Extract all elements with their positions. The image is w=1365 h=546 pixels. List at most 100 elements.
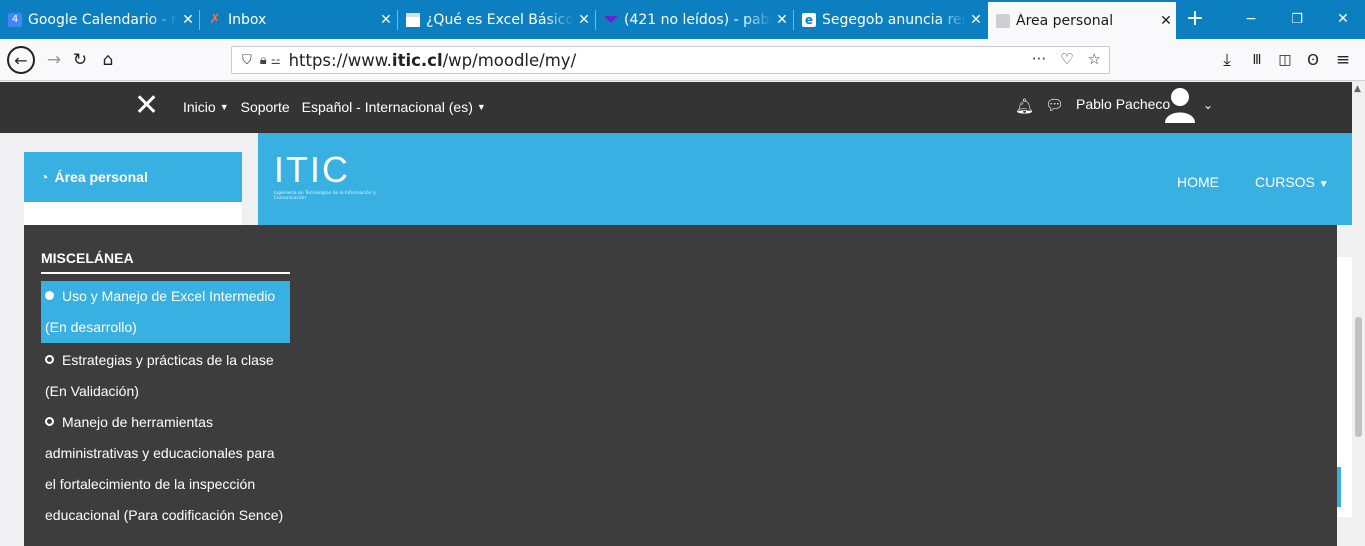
list-item: Uso y Manejo de Excel Intermedio [45, 281, 290, 312]
close-icon[interactable]: ✕ [574, 12, 594, 28]
pocket-icon[interactable]: ♡ [1060, 50, 1073, 68]
sidebar-item-label: Área personal [54, 169, 148, 185]
partial-button[interactable] [1337, 467, 1341, 507]
tab-bar: 4 Google Calendario - n ✕ ✗ Inbox ✕ ¿Qué… [0, 0, 1365, 39]
url-domain: itic.cl [391, 50, 443, 70]
caret-down-icon: ▼ [476, 102, 486, 112]
tab-google-calendar[interactable]: 4 Google Calendario - n ✕ [0, 0, 198, 39]
menu-button[interactable]: ≡ [1330, 47, 1356, 73]
page-actions-icon[interactable]: ··· [1032, 50, 1046, 68]
menu-inicio-label: Inicio [183, 99, 216, 115]
dropdown-heading: MISCELÁNEA [41, 250, 134, 266]
scrollbar-thumb[interactable] [1355, 317, 1362, 437]
tab-title: Inbox [228, 11, 267, 28]
heading-underline [41, 272, 290, 274]
course-title-line: el fortalecimiento de la inspección [45, 476, 256, 492]
site-banner: ITIC Ingeniería en Tecnologías de la Inf… [258, 133, 1352, 225]
inbox-icon: ✗ [209, 12, 221, 27]
close-icon[interactable]: ✕ [376, 12, 396, 28]
bullet-hollow-icon [45, 355, 54, 364]
lock-icon[interactable]: 🔒︎ [260, 53, 267, 68]
menu-language[interactable]: Español - Internacional (es) ▼ [302, 99, 486, 115]
permissions-icon[interactable]: ⚍ [271, 54, 281, 67]
close-window-button[interactable]: ✕ [1320, 0, 1365, 39]
menu-inicio[interactable]: Inicio ▼ [183, 99, 229, 115]
back-button[interactable]: ← [7, 46, 35, 74]
list-item: Manejo de herramientas [45, 407, 290, 438]
minimize-button[interactable]: − [1228, 0, 1274, 39]
hamburger-icon: ≡ [1335, 50, 1351, 70]
nav-cursos-label: CURSOS [1255, 174, 1315, 190]
library-button[interactable]: Ⅲ [1244, 47, 1270, 73]
chevron-down-icon: ▼ [1318, 179, 1329, 190]
download-icon: ⤓ [1223, 50, 1231, 70]
bullet-hollow-icon [45, 417, 54, 426]
tab-segegob[interactable]: e Segegob anuncia rem ✕ [794, 0, 986, 39]
close-icon[interactable]: ✕ [772, 12, 792, 28]
tab-title: (421 no leídos) - pabl [624, 11, 772, 28]
forward-button[interactable]: → [41, 47, 67, 73]
course-status: (En desarrollo) [45, 319, 137, 335]
restore-button[interactable]: ❐ [1274, 0, 1320, 39]
bookmark-star-icon[interactable]: ☆ [1088, 50, 1101, 68]
bullet-filled-icon [45, 291, 54, 300]
caret-down-icon: ▼ [219, 102, 229, 112]
tab-title: Segegob anuncia rem [822, 11, 966, 28]
logo-letters: ITIC [274, 149, 350, 190]
new-tab-button[interactable]: + [1180, 4, 1210, 34]
menu-soporte[interactable]: Soporte [241, 99, 290, 115]
content-card-edge [1337, 257, 1352, 517]
sidebar-item-area-personal[interactable]: ◔ Área personal [24, 152, 242, 202]
url-prefix: https://www. [288, 50, 392, 70]
nav-cursos-link[interactable]: CURSOS ▼ [1255, 174, 1329, 190]
notifications-bell-icon[interactable]: 🔔︎ [1015, 97, 1034, 115]
course-title: Estrategias y prácticas de la clase [62, 352, 274, 368]
document-icon [406, 12, 420, 27]
url-text[interactable]: https://www.itic.cl/wp/moodle/my/ [289, 51, 577, 70]
navigation-toolbar: ← → ↻ ⌂ ⛉ 🔒︎ ⚍ https://www.itic.cl/wp/mo… [0, 39, 1365, 81]
home-icon: ⌂ [102, 50, 114, 70]
messages-chat-icon[interactable]: 💬︎ [1045, 96, 1064, 114]
itic-logo[interactable]: ITIC Ingeniería en Tecnologías de la Inf… [274, 149, 384, 202]
course-status: (En Validación) [45, 383, 139, 399]
course-estrategias-practicas[interactable]: Estrategias y prácticas de la clase (En … [41, 345, 290, 407]
tab-excel-basico[interactable]: ¿Qué es Excel Básico? ✕ [398, 0, 594, 39]
sidebar-toggle-button[interactable]: ◫ [1272, 47, 1298, 73]
close-icon[interactable]: ✕ [178, 12, 198, 28]
tab-title: Área personal [1016, 12, 1114, 29]
calendar-icon: 4 [8, 12, 22, 27]
close-icon[interactable]: ✕ [1156, 13, 1176, 29]
scroll-up-icon[interactable]: ▲ [1354, 84, 1361, 94]
news-icon: e [802, 12, 816, 27]
account-button[interactable]: ʘ [1300, 47, 1326, 73]
chevron-down-icon[interactable]: ⌄ [1203, 98, 1213, 112]
tab-mail[interactable]: (421 no leídos) - pabl ✕ [596, 0, 792, 39]
close-icon[interactable]: ✕ [966, 12, 986, 28]
site-top-navbar: ✕ Inicio ▼ Soporte Español - Internaciona… [0, 82, 1352, 133]
back-arrow-icon: ← [14, 50, 28, 70]
courses-dropdown-menu: MISCELÁNEA Uso y Manejo de Excel Interme… [24, 225, 1337, 546]
downloads-button[interactable]: ⤓ [1214, 47, 1240, 73]
course-manejo-herramientas[interactable]: Manejo de herramientas administrativas y… [41, 407, 290, 531]
reload-button[interactable]: ↻ [67, 47, 93, 73]
course-excel-intermedio[interactable]: Uso y Manejo de Excel Intermedio (En des… [41, 281, 290, 343]
reload-icon: ↻ [72, 50, 88, 70]
close-drawer-icon[interactable]: ✕ [134, 88, 159, 123]
tab-inbox[interactable]: ✗ Inbox ✕ [200, 0, 396, 39]
tab-title: Google Calendario - n [28, 11, 178, 28]
menu-language-label: Español - Internacional (es) [301, 99, 473, 115]
url-bar[interactable]: ⛉ 🔒︎ ⚍ https://www.itic.cl/wp/moodle/my/… [231, 46, 1110, 74]
course-title: Manejo de herramientas [62, 414, 213, 430]
home-button[interactable]: ⌂ [95, 47, 121, 73]
shield-icon[interactable]: ⛉ [242, 53, 252, 68]
page-content: ✕ Inicio ▼ Soporte Español - Internaciona… [0, 82, 1352, 546]
tab-title: ¿Qué es Excel Básico? [426, 11, 574, 28]
library-icon: Ⅲ [1252, 52, 1262, 68]
course-title-line: educacional (Para codificación Sence) [45, 507, 284, 523]
tab-area-personal[interactable]: Área personal ✕ [988, 2, 1176, 39]
user-avatar-icon[interactable] [1164, 87, 1196, 123]
nav-home-link[interactable]: HOME [1177, 174, 1219, 190]
user-name[interactable]: Pablo Pacheco [1076, 96, 1170, 112]
page-scrollbar[interactable]: ▲ [1352, 82, 1365, 546]
url-path: /wp/moodle/my/ [442, 50, 577, 70]
